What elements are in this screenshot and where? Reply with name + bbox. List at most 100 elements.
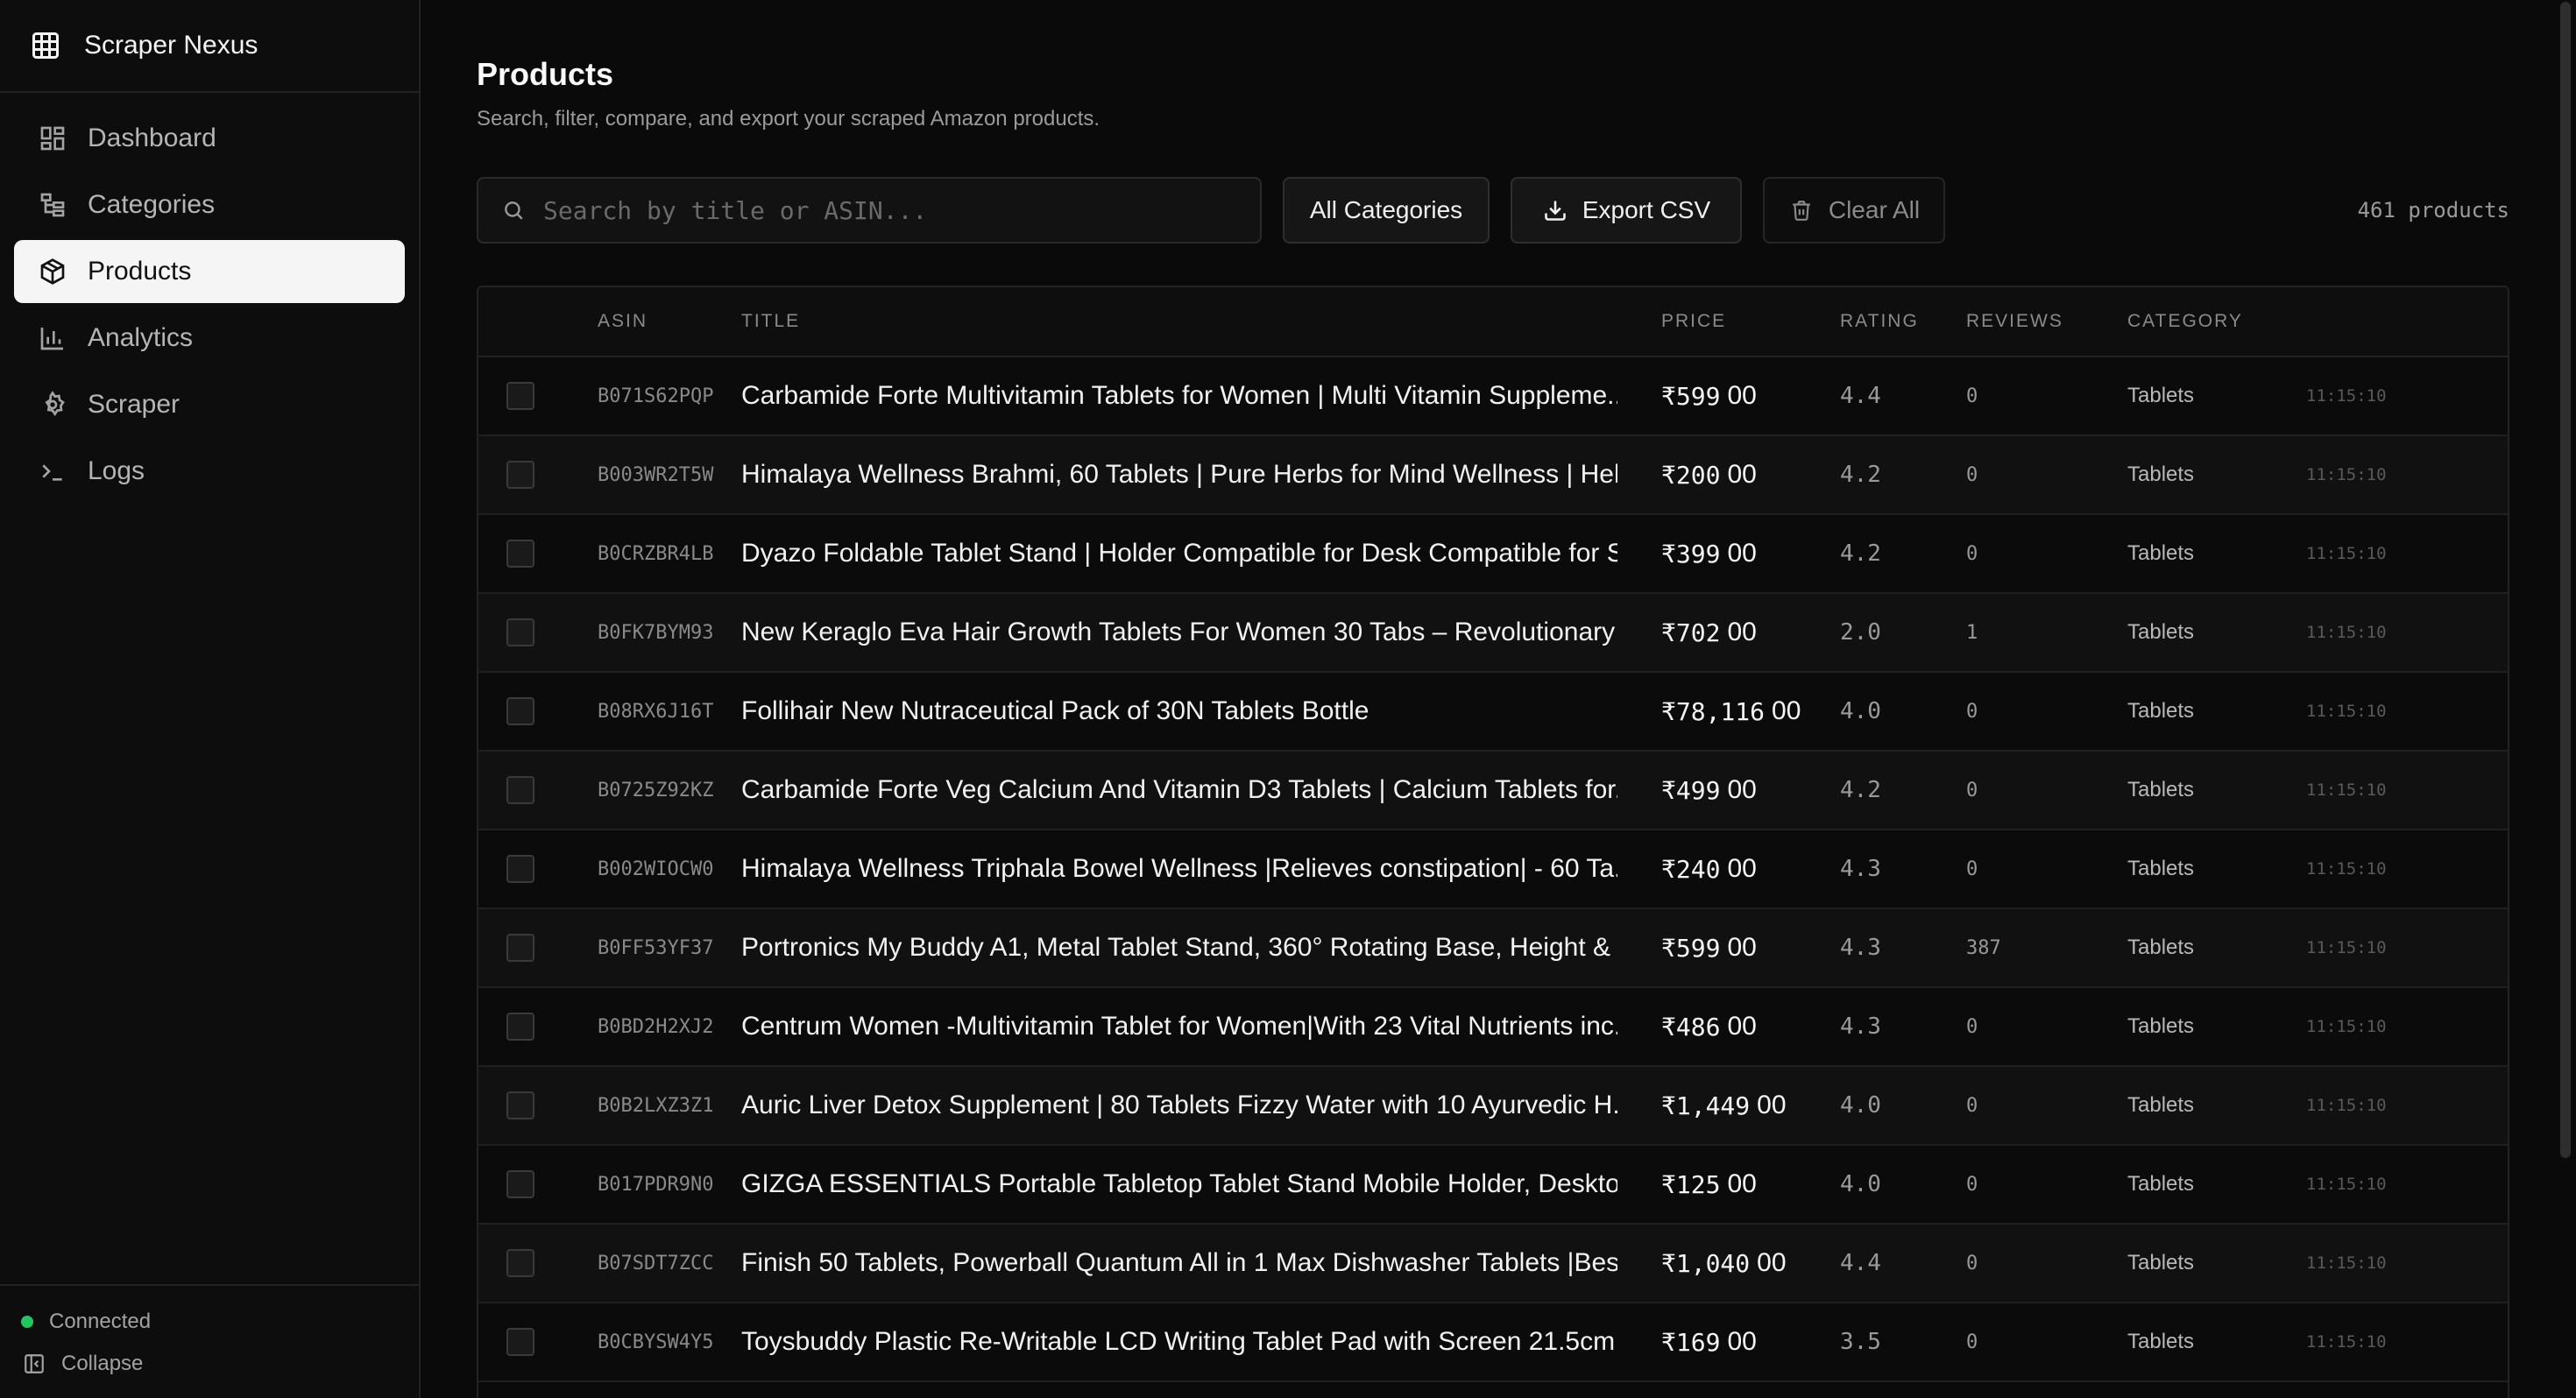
title-cell[interactable]: GIZGA ESSENTIALS Portable Tabletop Table… <box>741 1146 1617 1223</box>
row-checkbox[interactable] <box>505 673 536 750</box>
sidebar-item-categories[interactable]: Categories <box>14 173 405 237</box>
row-checkbox[interactable] <box>505 1225 536 1302</box>
title-cell[interactable]: Dyazo Foldable Tablet Stand | Holder Com… <box>741 515 1617 592</box>
header-title[interactable]: TITLE <box>741 311 800 332</box>
title-cell[interactable]: Carbamide Forte Veg Calcium And Vitamin … <box>741 752 1617 829</box>
asin-cell: B0B2LXZ3Z1 <box>598 1094 714 1117</box>
sidebar-item-analytics[interactable]: Analytics <box>14 307 405 370</box>
table-row[interactable]: B0FF53YF37 Portronics My Buddy A1, Metal… <box>478 909 2508 988</box>
rating-cell: 2.0 <box>1840 619 1881 646</box>
category-cell: Tablets <box>2127 936 2195 959</box>
title-cell[interactable]: Centrum Women -Multivitamin Tablet for W… <box>741 988 1617 1065</box>
sidebar-item-logs[interactable]: Logs <box>14 440 405 503</box>
products-table: ASIN TITLE PRICE RATING REVIEWS CATEGORY… <box>477 286 2509 1398</box>
sidebar-item-dashboard[interactable]: Dashboard <box>14 107 405 170</box>
header-price[interactable]: PRICE <box>1661 311 1726 332</box>
title-cell[interactable]: Auric Liver Detox Supplement | 80 Tablet… <box>741 1067 1617 1144</box>
row-checkbox[interactable] <box>505 594 536 671</box>
brand[interactable]: Scraper Nexus <box>0 0 419 93</box>
table-row[interactable]: B0CBYSW4Y5 Toysbuddy Plastic Re-Writable… <box>478 1303 2508 1382</box>
scrollbar-thumb[interactable] <box>2560 2 2571 1158</box>
category-select[interactable]: All Categories <box>1283 177 1490 244</box>
sidebar-item-label: Dashboard <box>88 124 216 152</box>
reviews-cell: 0 <box>1966 1252 1978 1274</box>
sidebar-collapse-icon <box>21 1351 47 1377</box>
connection-status: Connected <box>21 1307 419 1337</box>
rating-cell: 4.0 <box>1840 1171 1881 1197</box>
title-cell[interactable]: Carbamide Forte Multivitamin Tablets for… <box>741 357 1617 434</box>
table-row[interactable]: B0B2LXZ3Z1 Auric Liver Detox Supplement … <box>478 1067 2508 1146</box>
table-row[interactable]: B071S62PQP Carbamide Forte Multivitamin … <box>478 357 2508 436</box>
asin-cell: B071S62PQP <box>598 385 714 407</box>
table-row[interactable]: B002WIOCW0 Himalaya Wellness Triphala Bo… <box>478 830 2508 909</box>
title-cell[interactable]: Portronics My Buddy A1, Metal Tablet Sta… <box>741 909 1617 986</box>
page-title: Products <box>477 56 614 92</box>
collapse-button[interactable]: Collapse <box>21 1349 419 1379</box>
table-row[interactable]: B0725Z92KZ Carbamide Forte Veg Calcium A… <box>478 752 2508 830</box>
page-scrollbar[interactable] <box>2558 0 2572 1398</box>
table-row[interactable]: B0BD2H2XJ2 Centrum Women -Multivitamin T… <box>478 988 2508 1067</box>
title-cell[interactable]: Himalaya Wellness Triphala Bowel Wellnes… <box>741 830 1617 907</box>
title-cell[interactable]: Follihair New Nutraceutical Pack of 30N … <box>741 673 1617 750</box>
row-checkbox[interactable] <box>505 1067 536 1144</box>
tree-icon <box>35 187 70 222</box>
reviews-cell: 0 <box>1966 1015 1978 1038</box>
row-checkbox[interactable] <box>505 357 536 434</box>
rating-cell: 4.3 <box>1840 856 1881 882</box>
sidebar-footer: Connected Collapse <box>0 1284 419 1398</box>
header-category[interactable]: CATEGORY <box>2127 311 2243 332</box>
reviews-cell: 0 <box>1966 542 1978 565</box>
row-checkbox[interactable] <box>505 1146 536 1223</box>
header-asin[interactable]: ASIN <box>598 311 648 332</box>
table-row[interactable]: B07SDT7ZCC Finish 50 Tablets, Powerball … <box>478 1225 2508 1303</box>
sidebar-item-scraper[interactable]: Scraper <box>14 373 405 436</box>
price-cell: ₹169 00 <box>1661 1327 1757 1357</box>
asin-cell: B0CRZBR4LB <box>598 542 714 565</box>
rating-cell: 4.4 <box>1840 1250 1881 1276</box>
rating-cell: 4.0 <box>1840 698 1881 724</box>
asin-cell: B003WR2T5W <box>598 463 714 486</box>
clear-all-button[interactable]: Clear All <box>1763 177 1945 244</box>
page-subtitle: Search, filter, compare, and export your… <box>477 107 1100 131</box>
title-cell[interactable]: New Keraglo Eva Hair Growth Tablets For … <box>741 594 1617 671</box>
rating-cell: 4.2 <box>1840 777 1881 803</box>
price-cell: ₹599 00 <box>1661 933 1757 963</box>
header-reviews[interactable]: REVIEWS <box>1966 311 2063 332</box>
reviews-cell: 0 <box>1966 858 1978 880</box>
title-cell[interactable]: Toysbuddy Plastic Re-Writable LCD Writin… <box>741 1303 1617 1380</box>
table-row[interactable]: B017PDR9N0 GIZGA ESSENTIALS Portable Tab… <box>478 1146 2508 1225</box>
search-box[interactable] <box>477 177 1262 244</box>
row-checkbox[interactable] <box>505 909 536 986</box>
search-input[interactable] <box>543 195 1244 225</box>
row-checkbox[interactable] <box>505 988 536 1065</box>
table-row[interactable]: B0FK7BYM93 New Keraglo Eva Hair Growth T… <box>478 594 2508 673</box>
row-checkbox[interactable] <box>505 830 536 907</box>
asin-cell: B0FF53YF37 <box>598 936 714 959</box>
sidebar-item-products[interactable]: Products <box>14 240 405 303</box>
reviews-cell: 0 <box>1966 463 1978 486</box>
gear-icon <box>35 387 70 422</box>
export-csv-label: Export CSV <box>1582 196 1711 223</box>
category-cell: Tablets <box>2127 1172 2195 1196</box>
price-cell: ₹240 00 <box>1661 854 1757 884</box>
grid-icon <box>28 28 63 63</box>
reviews-cell: 0 <box>1966 1094 1978 1117</box>
table-row[interactable]: B08RX6J16T Follihair New Nutraceutical P… <box>478 673 2508 752</box>
rating-cell: 4.3 <box>1840 935 1881 961</box>
asin-cell: B0FK7BYM93 <box>598 621 714 644</box>
table-row[interactable]: B0CRZBR4LB Dyazo Foldable Tablet Stand |… <box>478 515 2508 594</box>
row-checkbox[interactable] <box>505 436 536 513</box>
export-csv-button[interactable]: Export CSV <box>1511 177 1742 244</box>
row-checkbox[interactable] <box>505 515 536 592</box>
row-checkbox[interactable] <box>505 1303 536 1380</box>
time-cell: 11:15:10 <box>2306 1017 2387 1036</box>
title-cell[interactable]: Finish 50 Tablets, Powerball Quantum All… <box>741 1225 1617 1302</box>
category-cell: Tablets <box>2127 541 2195 565</box>
asin-cell: B08RX6J16T <box>598 700 714 723</box>
row-checkbox[interactable] <box>505 752 536 829</box>
asin-cell: B07SDT7ZCC <box>598 1252 714 1274</box>
header-rating[interactable]: RATING <box>1840 311 1919 332</box>
title-cell[interactable]: Himalaya Wellness Brahmi, 60 Tablets | P… <box>741 436 1617 513</box>
category-select-label: All Categories <box>1309 196 1463 223</box>
table-row[interactable]: B003WR2T5W Himalaya Wellness Brahmi, 60 … <box>478 436 2508 515</box>
